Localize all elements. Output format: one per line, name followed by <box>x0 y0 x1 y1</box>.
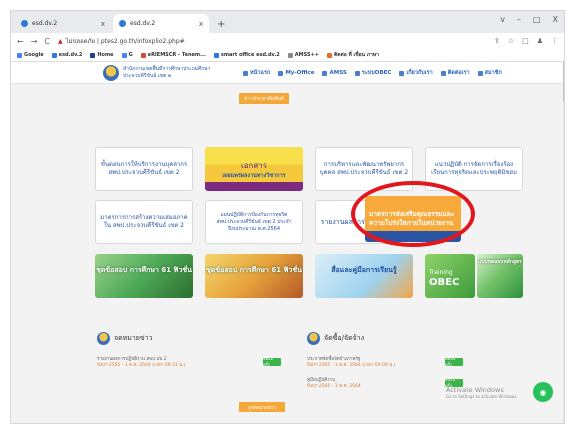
url-field[interactable]: ▲ ไม่ปลอดภัย | ptes2.go.th/infoxplio2.ph… <box>58 36 494 46</box>
address-bar: ← → C ▲ ไม่ปลอดภัย | ptes2.go.th/infoxpl… <box>11 33 564 49</box>
new-tab-button[interactable]: + <box>217 19 225 30</box>
browser-tab-1[interactable]: esd.dv.2 x <box>15 14 111 33</box>
profile-icon[interactable]: ♟ <box>537 37 543 45</box>
forward-icon[interactable]: → <box>31 37 38 46</box>
bookmark-item[interactable]: Home <box>90 52 114 58</box>
menu-icon[interactable]: ⋮ <box>551 37 558 45</box>
home-icon <box>243 70 248 76</box>
more-newsletter-button[interactable]: ดูจดหมายข่าว <box>239 402 285 412</box>
browser-tab-2[interactable]: esd.dv.2 x <box>113 14 209 33</box>
tab-bar: esd.dv.2 x esd.dv.2 x + v – □ X <box>11 11 564 33</box>
menu-item-obec[interactable]: ระบบOBEC <box>354 69 391 77</box>
site-header: สำนักงานเขตพื้นที่การศึกษาประถมศึกษา ประ… <box>11 62 564 84</box>
security-label: ไม่ปลอดภัย <box>65 38 96 45</box>
amss-icon <box>322 70 328 76</box>
bookmark-item[interactable]: AMSS++ <box>287 52 319 58</box>
procurement-item[interactable]: คู่มือปฏิบัติงาน ปีงบฯ 2565 - 1 ต.ค. 256… <box>307 378 423 390</box>
bookmark-item[interactable]: esd.dv.2 <box>51 52 82 58</box>
back-icon[interactable]: ← <box>17 37 24 46</box>
section-logo-icon <box>307 332 320 345</box>
star-icon[interactable]: ☆ <box>508 37 514 45</box>
sidepanel-icon[interactable]: □ <box>522 37 529 45</box>
bookmark-item[interactable]: eRIEMSCR - Tenem... <box>140 52 206 58</box>
procurement-heading: จัดซื้อ/จัดจ้าง <box>307 332 364 345</box>
reload-icon[interactable]: C <box>44 37 50 46</box>
info-icon <box>399 70 405 76</box>
bookmark-item[interactable]: ติดต่อ ที่ เขื่อน ภาษา <box>326 51 379 59</box>
card-personnel-service[interactable]: ขั้นตอนการให้บริการงานบุคลากร สพป.ประจวบ… <box>95 147 193 191</box>
maximize-button[interactable]: □ <box>533 15 541 24</box>
tab-title: esd.dv.2 <box>32 20 58 27</box>
card-anticorruption-plan[interactable]: แผนปฏิบัติการป้องกันการทุจริต สพป.ประจวบ… <box>205 200 303 244</box>
minimize-button[interactable]: – <box>517 15 521 24</box>
browser-window: esd.dv.2 x esd.dv.2 x + v – □ X ← → C ▲ … <box>10 10 565 424</box>
card-exam-set-2[interactable]: ชุดข้อสอบ การศึกษา 61 ฟิวชั่น <box>205 254 303 298</box>
menu-item-home[interactable]: หน้าแรก <box>243 69 270 77</box>
close-icon[interactable]: x <box>101 20 105 28</box>
menu-item-contact[interactable]: ติดต่อเรา <box>440 69 470 77</box>
menu-item-amss[interactable]: AMSS <box>322 69 347 77</box>
address-right-icons: ⇪ ☆ □ ♟ ⋮ <box>494 37 558 45</box>
chat-icon[interactable]: ◉ <box>533 382 553 402</box>
site-menu: หน้าแรก My-Office AMSS ระบบOBEC เกี่ยวกั… <box>243 69 502 77</box>
url-text: ptes2.go.th/infoxplio2.php# <box>100 37 185 45</box>
tab-search-icon[interactable]: v <box>500 15 505 24</box>
bookmark-item[interactable]: smart office esd.dv.2 <box>213 52 280 58</box>
menu-item-about[interactable]: เกี่ยวกับเรา <box>399 69 433 77</box>
highlight-ring <box>351 181 475 247</box>
card-equality-measures[interactable]: มาตรการการสร้างความเสมอภาคใน สพป.ประจวบค… <box>95 200 193 244</box>
site-name: สำนักงานเขตพื้นที่การศึกษาประถมศึกษา ประ… <box>123 66 211 79</box>
card-academic-documents[interactable]: เอกสาร เผยแพร่ผลงานทางวิชาการ <box>205 147 303 191</box>
card-learning-media[interactable]: สื่อและคู่มือการเรียนรู้ <box>315 254 413 298</box>
tab-favicon-icon <box>119 20 126 27</box>
scrollbar-thumb[interactable] <box>563 62 564 102</box>
share-icon[interactable]: ⇪ <box>494 37 500 45</box>
menu-item-member[interactable]: สมาชิก <box>477 69 502 77</box>
newsletter-heading: จดหมายข่าว <box>97 332 153 345</box>
tab-title: esd.dv.2 <box>130 20 156 27</box>
procurement-item[interactable]: ประกาศจัดซื้อจัดจ้างภาครัฐ ปีงบฯ 2565 - … <box>307 357 423 369</box>
close-window-button[interactable]: X <box>553 15 558 24</box>
views-badge[interactable]: 3834 ครั้ง <box>445 356 463 367</box>
bookmark-item[interactable]: G <box>121 52 133 58</box>
card-test-course[interactable]: แบบทดสอบหลักสูตร <box>477 254 523 298</box>
bookmarks-bar: Google esd.dv.2 Home G eRIEMSCR - Tenem.… <box>11 49 564 62</box>
office-icon <box>278 70 284 76</box>
newsletter-item[interactable]: รายงานผลการปฏิบัติงาน สพป.ปข.2 ปีงบฯ 256… <box>97 357 213 369</box>
obec-icon <box>354 70 360 76</box>
nav-buttons: ← → C <box>17 37 50 46</box>
bookmark-item[interactable]: Google <box>17 52 44 58</box>
site-logo[interactable] <box>103 65 119 81</box>
close-icon[interactable]: x <box>199 20 203 28</box>
windows-activation-watermark: Activate Windows Go to Settings to activ… <box>446 386 518 399</box>
user-icon <box>477 70 483 76</box>
tab-favicon-icon <box>21 20 28 27</box>
warning-icon: ▲ <box>58 37 63 45</box>
menu-item-my-office[interactable]: My-Office <box>278 69 314 77</box>
views-badge[interactable]: 3822 ครั้ง <box>263 356 281 367</box>
contact-icon <box>440 70 446 76</box>
card-training-obec[interactable]: Training OBEC <box>425 254 475 298</box>
section-logo-icon <box>97 332 110 345</box>
scrollbar[interactable] <box>563 62 564 423</box>
card-exam-set-1[interactable]: ชุดข้อสอบ การศึกษา 61 ฟิวชั่น <box>95 254 193 298</box>
news-button[interactable]: ข่าวประชาสัมพันธ์ <box>239 93 289 104</box>
web-page: สำนักงานเขตพื้นที่การศึกษาประถมศึกษา ประ… <box>11 62 564 423</box>
window-controls: v – □ X <box>500 15 558 24</box>
